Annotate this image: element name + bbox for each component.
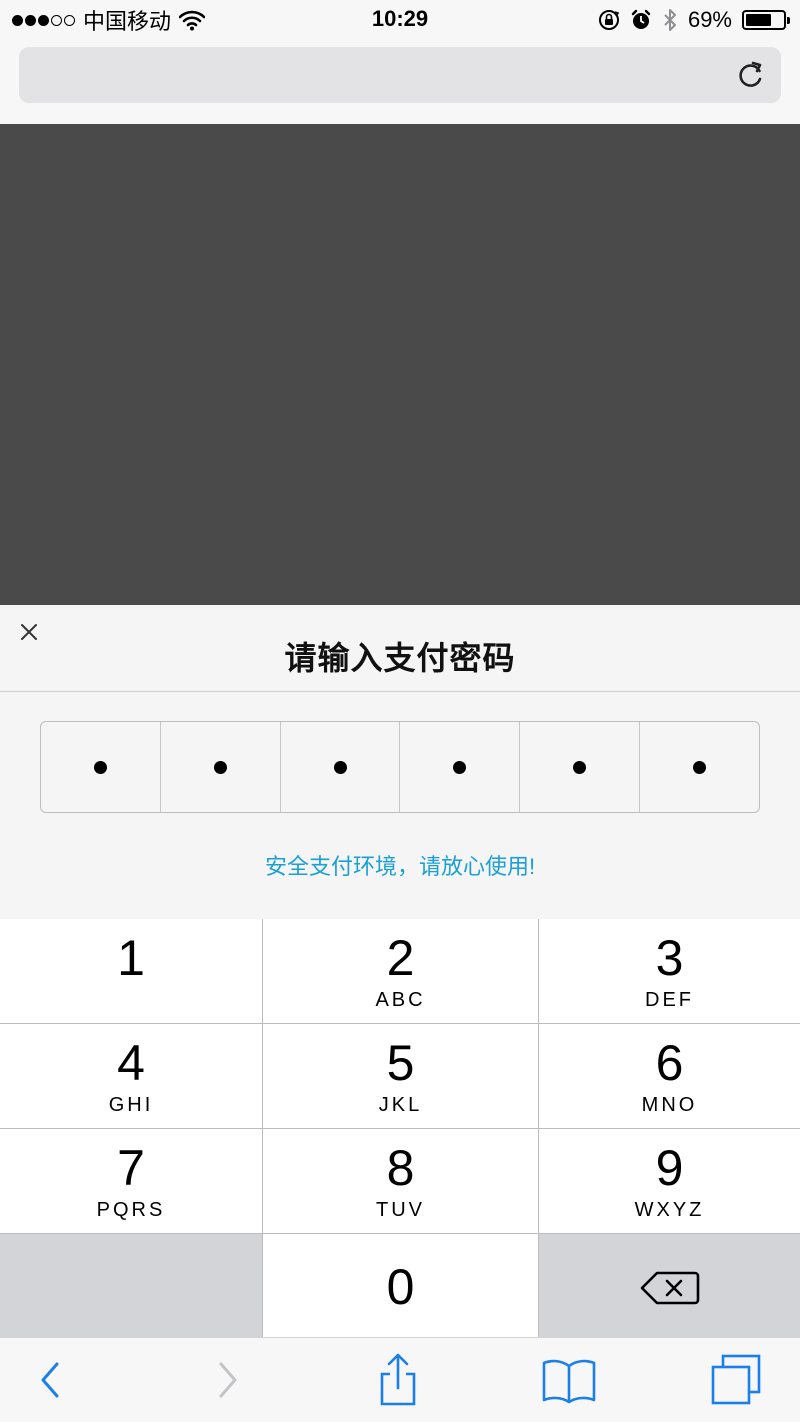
password-dot <box>573 760 587 774</box>
password-dot <box>333 760 347 774</box>
password-digit-cell <box>520 722 641 812</box>
backspace-icon <box>640 1271 699 1305</box>
wifi-icon <box>179 10 206 31</box>
key-letters: GHI <box>108 1094 154 1116</box>
status-bar: 中国移动 10:29 69% <box>0 0 800 40</box>
tabs-button[interactable] <box>704 1348 768 1412</box>
key-6[interactable]: 6 MNO <box>539 1024 800 1128</box>
signal-dot <box>51 14 62 26</box>
key-letters: PQRS <box>96 1199 166 1221</box>
key-letters: ABC <box>375 989 426 1011</box>
share-button[interactable] <box>366 1348 430 1412</box>
key-digit: 0 <box>386 1259 415 1315</box>
password-input[interactable] <box>40 721 760 813</box>
key-letters: JKL <box>378 1094 423 1116</box>
backspace-key[interactable] <box>539 1234 800 1337</box>
key-digit: 7 <box>117 1140 145 1196</box>
key-digit: 4 <box>117 1035 145 1091</box>
reload-icon[interactable] <box>735 59 767 91</box>
key-4[interactable]: 4 GHI <box>0 1024 262 1128</box>
forward-icon <box>219 1362 237 1398</box>
sheet-header: 请输入支付密码 <box>0 605 800 692</box>
battery-level <box>746 14 771 26</box>
key-letters: MNO <box>641 1094 698 1116</box>
address-bar[interactable] <box>19 47 781 103</box>
key-5[interactable]: 5 JKL <box>263 1024 538 1128</box>
forward-button[interactable] <box>196 1348 260 1412</box>
key-9[interactable]: 9 WXYZ <box>539 1129 800 1233</box>
security-note: 安全支付环境，请放心使用! <box>264 854 536 879</box>
key-digit: 1 <box>117 930 145 986</box>
key-digit: 9 <box>655 1140 684 1196</box>
signal-dot <box>25 14 36 26</box>
key-0[interactable]: 0 <box>263 1234 538 1337</box>
battery-percent: 69% <box>687 7 732 32</box>
signal-dot <box>12 14 23 26</box>
signal-dot <box>64 14 75 26</box>
sheet-title: 请输入支付密码 <box>284 640 516 676</box>
share-icon <box>380 1353 416 1406</box>
blank-key <box>0 1234 262 1337</box>
password-digit-cell <box>161 722 281 812</box>
key-letters: DEF <box>645 989 694 1011</box>
key-2[interactable]: 2 ABC <box>263 919 538 1023</box>
payment-password-sheet: 请输入支付密码 安全支付环境，请放心使用! <box>0 605 800 919</box>
password-dot <box>93 760 107 774</box>
password-digit-cell <box>41 722 161 812</box>
key-7[interactable]: 7 PQRS <box>0 1129 262 1233</box>
password-digit-cell <box>281 722 401 812</box>
password-digit-cell <box>400 722 521 812</box>
address-area <box>0 40 800 124</box>
bookmarks-button[interactable] <box>537 1348 601 1412</box>
alarm-icon <box>631 9 651 29</box>
tabs-icon <box>711 1354 761 1405</box>
key-digit: 5 <box>386 1035 415 1091</box>
key-digit: 8 <box>386 1140 415 1196</box>
password-dot <box>453 760 467 774</box>
password-dot <box>213 760 227 774</box>
key-digit: 6 <box>655 1035 684 1091</box>
bluetooth-icon <box>664 9 676 31</box>
key-digit: 3 <box>655 930 684 986</box>
key-8[interactable]: 8 TUV <box>263 1129 538 1233</box>
signal-dot <box>38 14 49 26</box>
back-button[interactable] <box>18 1348 82 1412</box>
key-letters: WXYZ <box>634 1199 705 1221</box>
key-3[interactable]: 3 DEF <box>539 919 800 1023</box>
key-digit: 2 <box>386 930 415 986</box>
status-left: 中国移动 <box>12 6 206 34</box>
signal-strength-icon <box>12 14 75 26</box>
status-right: 69% <box>598 6 790 34</box>
numeric-keypad: 1 2 ABC 3 DEF 4 GHI 5 JKL 6 MNO 7 PQRS 8 TUV 9 WXYZ 0 <box>0 919 800 1337</box>
key-1[interactable]: 1 <box>0 919 262 1023</box>
orientation-lock-icon <box>598 10 620 30</box>
page-dim-overlay[interactable] <box>0 124 800 605</box>
back-icon <box>41 1362 59 1398</box>
password-dot <box>693 760 707 774</box>
key-letters: TUV <box>376 1199 425 1221</box>
bookmarks-icon <box>542 1359 596 1404</box>
password-digit-cell <box>640 722 759 812</box>
browser-toolbar <box>0 1337 800 1422</box>
battery-icon <box>742 10 790 30</box>
carrier-name: 中国移动 <box>83 9 172 34</box>
